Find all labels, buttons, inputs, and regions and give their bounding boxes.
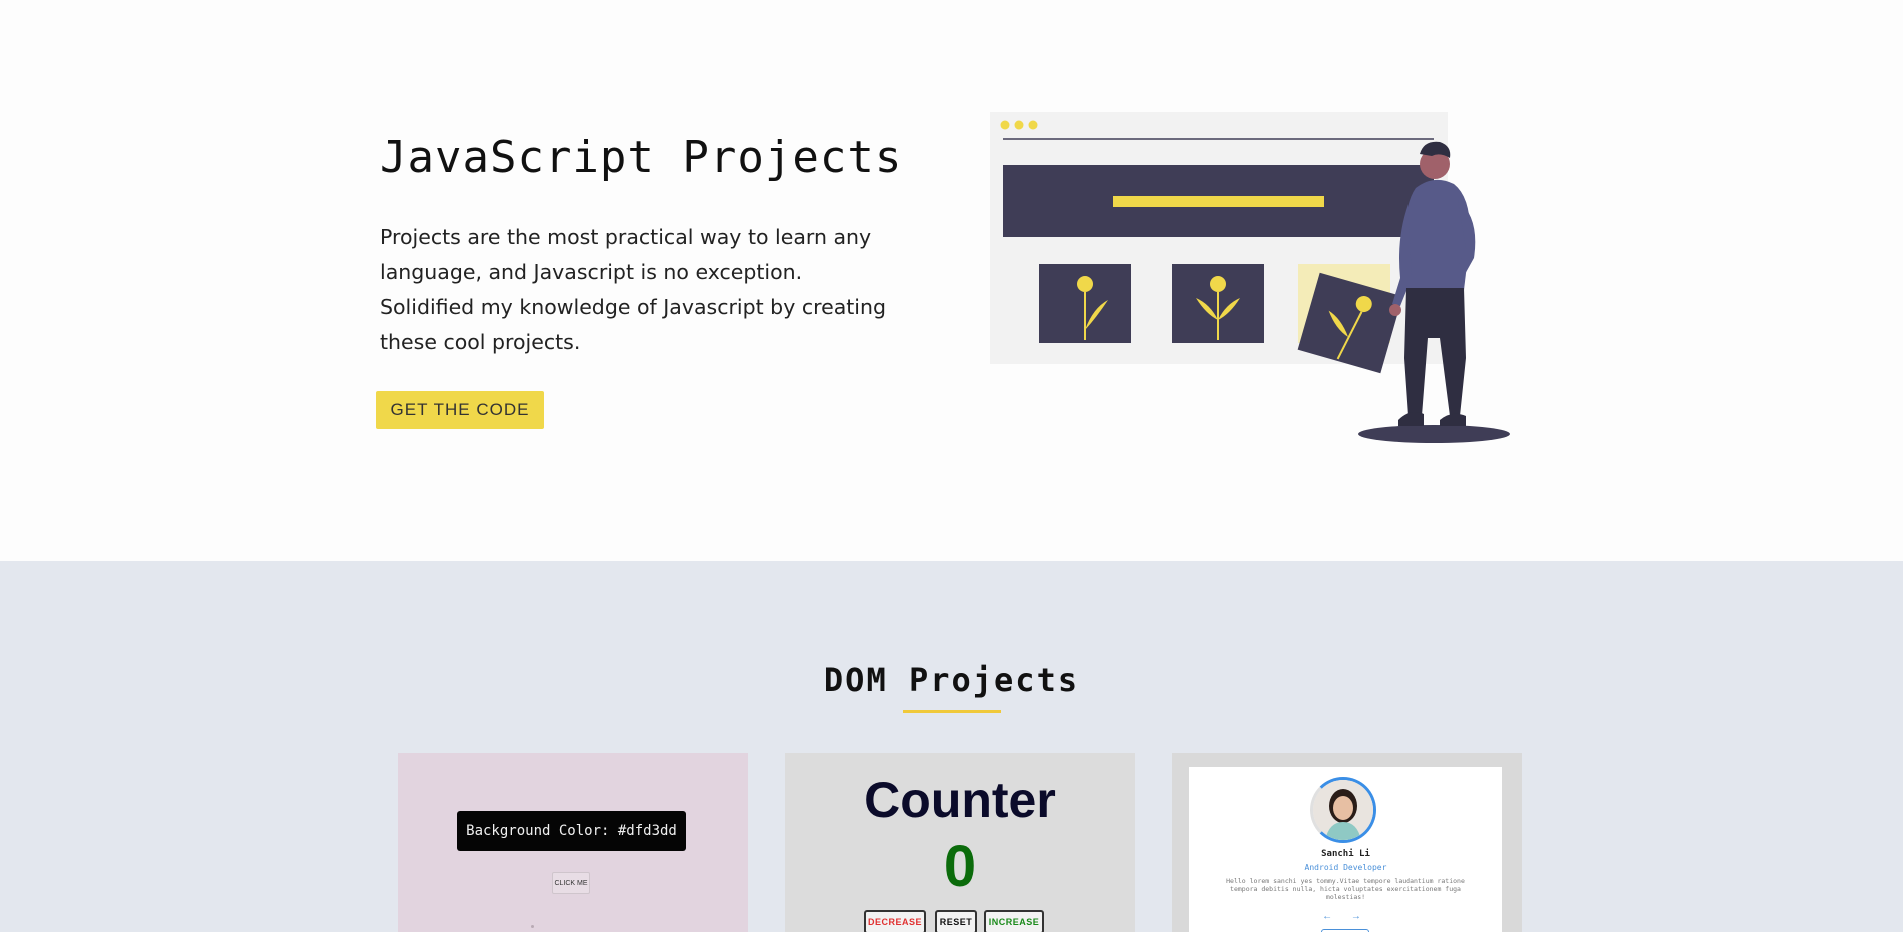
hero-section: JavaScript Projects Projects are the mos… [0,0,1903,561]
avatar [1310,777,1376,843]
decrease-button: DECREASE [864,910,926,932]
title-underline [903,710,1001,713]
website-illustration [990,112,1510,443]
review-person-name: Sanchi Li [1321,849,1370,859]
get-the-code-button[interactable]: GET THE CODE [376,391,544,429]
counter-value: 0 [943,834,977,899]
dom-projects-section: DOM Projects Background Color: #dfd3dd C… [0,561,1903,932]
dot-decoration [531,925,534,928]
project-card-color-flipper[interactable]: Background Color: #dfd3dd CLICK ME [398,753,748,932]
review-panel: Sanchi Li Android Developer Hello lorem … [1189,767,1502,932]
project-card-reviews[interactable]: Sanchi Li Android Developer Hello lorem … [1172,753,1522,932]
project-card-counter[interactable]: Counter 0 DECREASE RESET INCREASE [785,753,1135,932]
background-color-label: Background Color: #dfd3dd [457,811,686,851]
arrows-icon: ← → [1322,911,1369,922]
hero-description: Projects are the most practical way to l… [380,225,887,354]
section-title: DOM Projects [823,661,1080,699]
review-text: Hello lorem sanchi yes tommy.Vitae tempo… [1226,877,1465,901]
increase-button: INCREASE [984,910,1044,932]
review-job-title: Android Developer [1304,863,1387,872]
counter-title: Counter [864,772,1056,828]
click-me-button: CLICK ME [552,872,590,894]
reset-button: RESET [935,910,977,932]
hero-title: JavaScript Projects [380,132,903,183]
